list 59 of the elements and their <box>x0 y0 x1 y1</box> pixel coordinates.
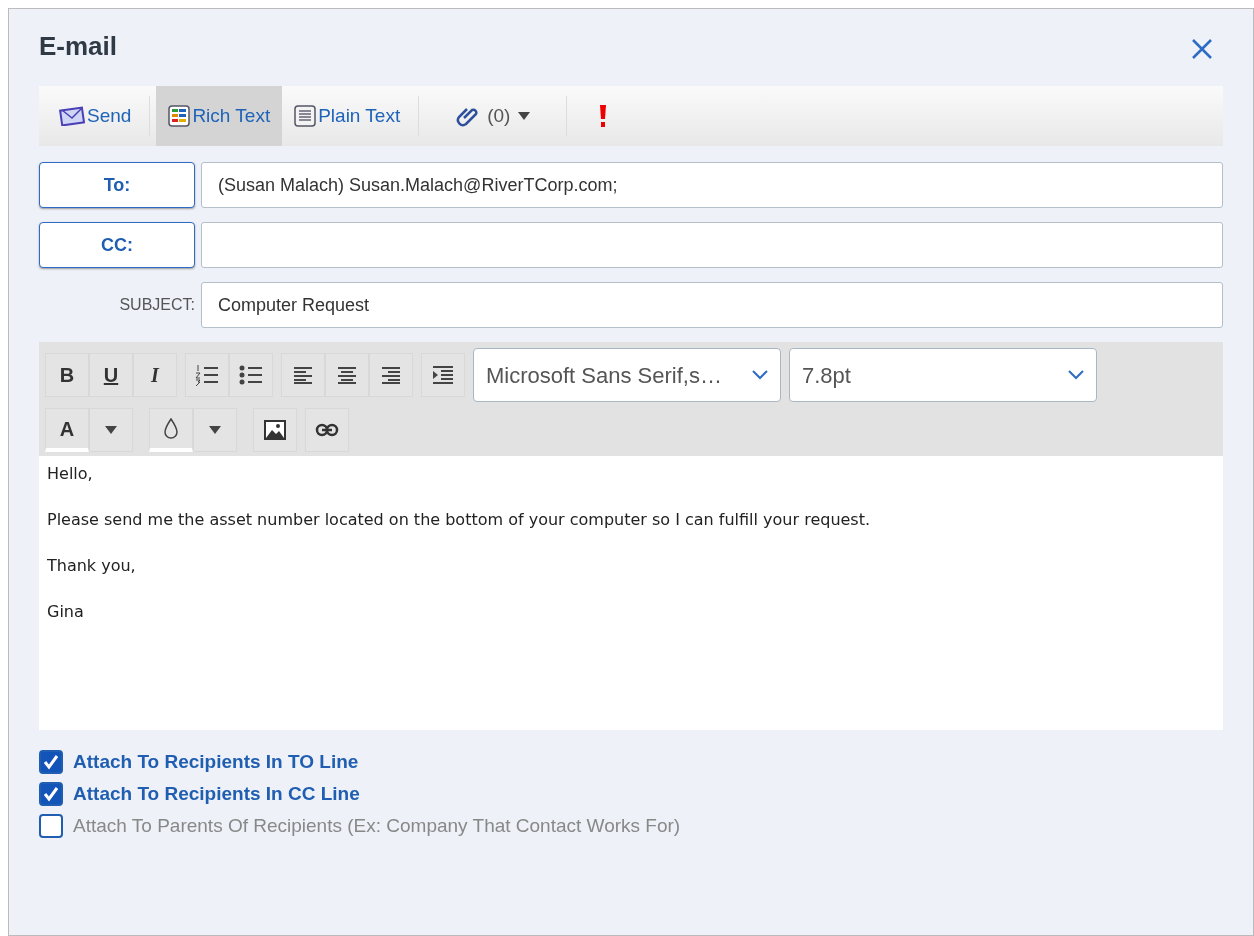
chevron-down-icon <box>752 370 768 380</box>
body-paragraph: Gina <box>47 601 85 623</box>
colored-document-icon <box>168 105 191 127</box>
checkbox-label: Attach To Parents Of Recipients (Ex: Company That Contact Works For) <box>73 813 681 838</box>
insert-link-button[interactable] <box>305 408 349 452</box>
indent-button[interactable] <box>421 353 465 397</box>
caret-icon <box>105 426 117 434</box>
droplet-icon <box>163 417 179 440</box>
subject-field[interactable]: Computer Request <box>201 282 1223 328</box>
caret-icon <box>209 426 221 434</box>
align-left-button[interactable] <box>281 353 325 397</box>
align-right-button[interactable] <box>369 353 413 397</box>
cc-button[interactable]: CC: <box>39 222 195 268</box>
size-select[interactable]: 7.8pt <box>789 348 1097 402</box>
align-left-icon <box>293 366 313 384</box>
body-paragraph: Please send me the asset number located on the bottom of your computer so I can fulfill your request. <box>47 509 872 531</box>
numbered-list-icon <box>195 364 219 386</box>
insert-image-button[interactable] <box>253 408 297 452</box>
font-color-dropdown[interactable] <box>89 408 133 452</box>
highlight-color-button[interactable] <box>149 408 193 452</box>
indent-icon <box>432 365 454 385</box>
plain-text-button[interactable]: Plain Text <box>282 86 413 146</box>
rich-text-button[interactable]: Rich Text <box>156 86 283 146</box>
align-right-icon <box>381 366 401 384</box>
font-color-button[interactable]: A <box>45 408 89 452</box>
numbered-list-button[interactable] <box>185 353 229 397</box>
document-icon <box>294 105 317 127</box>
font-select[interactable]: Microsoft Sans Serif,s… <box>473 348 781 402</box>
send-button[interactable]: Send <box>47 86 144 146</box>
highlight-color-dropdown[interactable] <box>193 408 237 452</box>
bullet-list-button[interactable] <box>229 353 273 397</box>
align-center-icon <box>337 366 357 384</box>
dialog-title: E-mail <box>39 30 118 63</box>
subject-label: SUBJECT: <box>118 295 195 315</box>
body-paragraph: Thank you, <box>47 555 137 577</box>
caret-icon <box>518 112 531 120</box>
cc-field[interactable] <box>201 222 1223 268</box>
envelope-icon <box>59 106 85 126</box>
close-icon <box>1191 37 1213 60</box>
italic-button[interactable]: I <box>133 353 177 397</box>
checkbox-label: Attach To Recipients In CC Line <box>73 781 360 806</box>
to-button[interactable]: To: <box>39 162 195 208</box>
check-icon <box>43 754 59 770</box>
checkbox[interactable] <box>39 782 63 806</box>
checkbox-label: Attach To Recipients In TO Line <box>73 749 359 774</box>
bold-button[interactable]: B <box>45 353 89 397</box>
image-icon <box>264 420 286 440</box>
to-field[interactable]: (Susan Malach) Susan.Malach@RiverTCorp.com; <box>201 162 1223 208</box>
align-center-button[interactable] <box>325 353 369 397</box>
chevron-down-icon <box>1068 370 1084 380</box>
exclamation-icon <box>599 104 608 128</box>
bullet-list-icon <box>239 364 263 386</box>
underline-button[interactable]: U <box>89 353 133 397</box>
check-icon <box>43 786 59 802</box>
checkbox[interactable] <box>39 750 63 774</box>
attachments-button[interactable]: (0) <box>443 86 543 146</box>
link-icon <box>315 423 339 437</box>
body-paragraph: Hello, <box>47 463 94 485</box>
checkbox[interactable] <box>39 814 63 838</box>
